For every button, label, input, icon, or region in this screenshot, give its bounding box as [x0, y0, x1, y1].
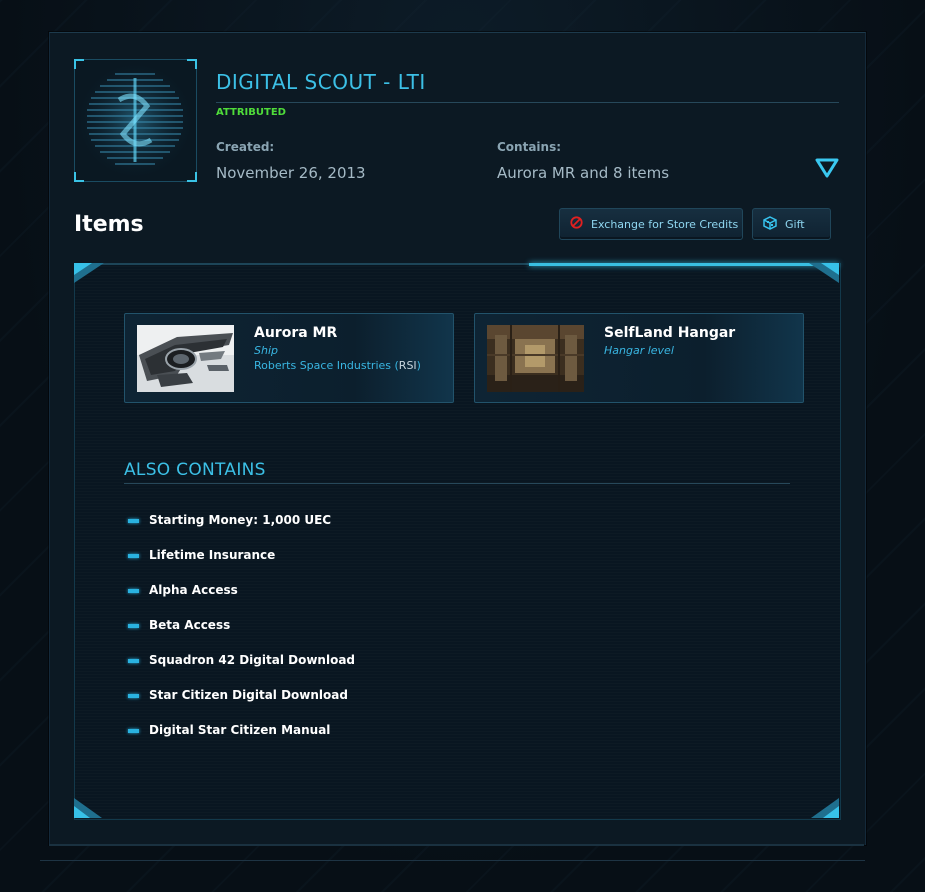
frame-corner-top-left: [74, 263, 104, 283]
status-badge: ATTRIBUTED: [216, 107, 286, 118]
pledge-title: DIGITAL SCOUT - LTI: [216, 70, 426, 94]
items-heading: Items: [74, 212, 144, 237]
contains-label: Contains:: [497, 140, 562, 154]
bullet-icon: [128, 554, 139, 558]
item-name: SelfLand Hangar: [604, 325, 736, 341]
list-item: Star Citizen Digital Download: [128, 688, 355, 723]
gift-button-label: Gift: [785, 217, 805, 231]
title-divider: [216, 102, 839, 103]
ship-image: [137, 325, 234, 392]
item-manufacturer: Roberts Space Industries (RSI): [254, 359, 421, 372]
gift-button[interactable]: Gift: [752, 208, 831, 240]
manufacturer-abbr: RSI: [398, 359, 417, 372]
hangar-image: [487, 325, 584, 392]
also-contains-divider: [124, 483, 790, 484]
block-icon: [570, 216, 583, 232]
rsi-emblem-icon: [75, 60, 196, 181]
list-item: Alpha Access: [128, 583, 355, 618]
item-card-selfland-hangar[interactable]: SelfLand Hangar Hangar level: [474, 313, 804, 403]
contains-value: Aurora MR and 8 items: [497, 164, 670, 182]
frame-corner-bottom-right: [811, 798, 839, 818]
gift-box-icon: [763, 215, 777, 233]
list-item: Starting Money: 1,000 UEC: [128, 513, 355, 548]
item-kind: Ship: [254, 344, 278, 357]
bullet-icon: [128, 589, 139, 593]
created-value: November 26, 2013: [216, 164, 366, 182]
collapse-toggle-icon[interactable]: [815, 157, 839, 183]
frame-corner-top-right: [809, 263, 839, 283]
bullet-icon: [128, 659, 139, 663]
frame-top-border: [74, 263, 529, 265]
divider: [40, 860, 865, 861]
panel-bottom-border: [49, 844, 864, 846]
frame-corner-bottom-left: [74, 798, 102, 818]
bullet-icon: [128, 694, 139, 698]
exchange-button-label: Exchange for Store Credits: [591, 217, 739, 231]
item-name: Aurora MR: [254, 325, 338, 341]
also-contains-list: Starting Money: 1,000 UEC Lifetime Insur…: [128, 513, 355, 758]
bullet-icon: [128, 624, 139, 628]
bullet-icon: [128, 519, 139, 523]
list-item: Digital Star Citizen Manual: [128, 723, 355, 758]
item-kind: Hangar level: [604, 344, 674, 357]
exchange-for-store-credits-button[interactable]: Exchange for Store Credits: [559, 208, 743, 240]
frame-top-highlight: [529, 263, 839, 266]
created-label: Created:: [216, 140, 275, 154]
list-item: Lifetime Insurance: [128, 548, 355, 583]
bullet-icon: [128, 729, 139, 733]
list-item: Beta Access: [128, 618, 355, 653]
also-contains-heading: ALSO CONTAINS: [124, 460, 266, 480]
item-card-aurora-mr[interactable]: Aurora MR Ship Roberts Space Industries …: [124, 313, 454, 403]
list-item: Squadron 42 Digital Download: [128, 653, 355, 688]
pledge-thumbnail: [74, 59, 197, 182]
